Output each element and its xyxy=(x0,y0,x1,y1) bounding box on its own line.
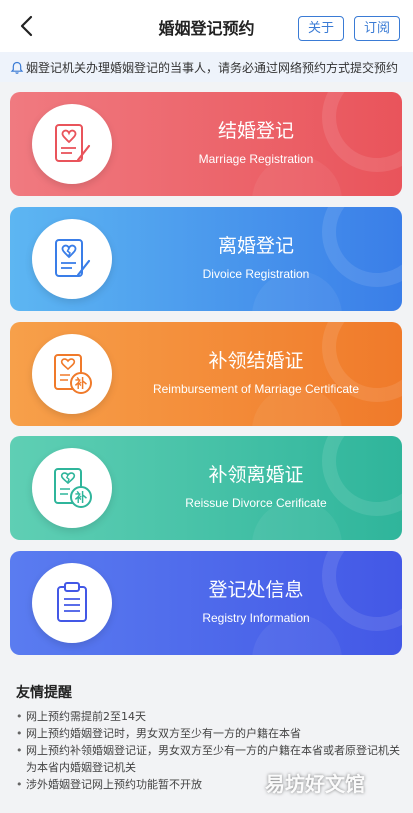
list-item: 网上预约婚姻登记时，男女双方至少有一方的户籍在本省 xyxy=(16,725,400,742)
about-button[interactable]: 关于 xyxy=(298,16,344,41)
page-title: 婚姻登记预约 xyxy=(158,19,255,38)
watermark: 易坊好文馆 xyxy=(265,772,365,796)
card-title: 结婚登记 xyxy=(217,120,294,142)
reissue-marriage-certificate-card[interactable]: 补 补领结婚证 Reimbursement of Marriage Certif… xyxy=(10,322,402,426)
svg-text:补: 补 xyxy=(74,376,87,391)
broken-heart-document-icon xyxy=(55,239,91,277)
notice-text: 姻登记机关办理婚姻登记的当事人，请务必通过网络预约方式提交预约 xyxy=(26,61,399,75)
reissue-certificate-icon: 补 xyxy=(54,468,92,508)
card-title: 补领结婚证 xyxy=(208,350,304,372)
icon-circle xyxy=(32,104,112,184)
icon-circle xyxy=(32,219,112,299)
card-title: 离婚登记 xyxy=(217,235,294,257)
subscribe-button[interactable]: 订阅 xyxy=(354,16,400,41)
card-subtitle: Registry Information xyxy=(202,611,310,625)
bell-icon xyxy=(10,60,24,74)
reissue-divorce-certificate-card[interactable]: 补 补领离婚证 Reissue Divorce Cerificate xyxy=(10,436,402,540)
notice-bar: 姻登记机关办理婚姻登记的当事人，请务必通过网络预约方式提交预约 xyxy=(0,52,413,82)
marriage-registration-card[interactable]: 结婚登记 Marriage Registration xyxy=(10,92,402,196)
divorce-registration-card[interactable]: 离婚登记 Divoice Registration xyxy=(10,207,402,311)
icon-circle: 补 xyxy=(32,448,112,528)
list-item: 网上预约需提前2至14天 xyxy=(16,708,400,725)
registry-information-card[interactable]: 登记处信息 Registry Information xyxy=(10,551,402,655)
card-subtitle: Marriage Registration xyxy=(198,152,314,166)
card-subtitle: Divoice Registration xyxy=(202,267,310,281)
svg-text:补: 补 xyxy=(74,490,87,505)
header-bar: 婚姻登记预约 关于 订阅 xyxy=(0,0,413,52)
card-subtitle: Reissue Divorce Cerificate xyxy=(185,496,327,510)
icon-circle: 补 xyxy=(32,334,112,414)
heart-document-icon xyxy=(55,124,91,162)
card-title: 登记处信息 xyxy=(208,579,304,601)
tips-title: 友情提醒 xyxy=(16,685,72,701)
card-subtitle: Reimbursement of Marriage Certificate xyxy=(152,382,360,396)
card-title: 补领离婚证 xyxy=(208,464,304,486)
icon-circle xyxy=(32,563,112,643)
reissue-certificate-icon: 补 xyxy=(54,354,92,394)
clipboard-icon xyxy=(57,582,87,622)
